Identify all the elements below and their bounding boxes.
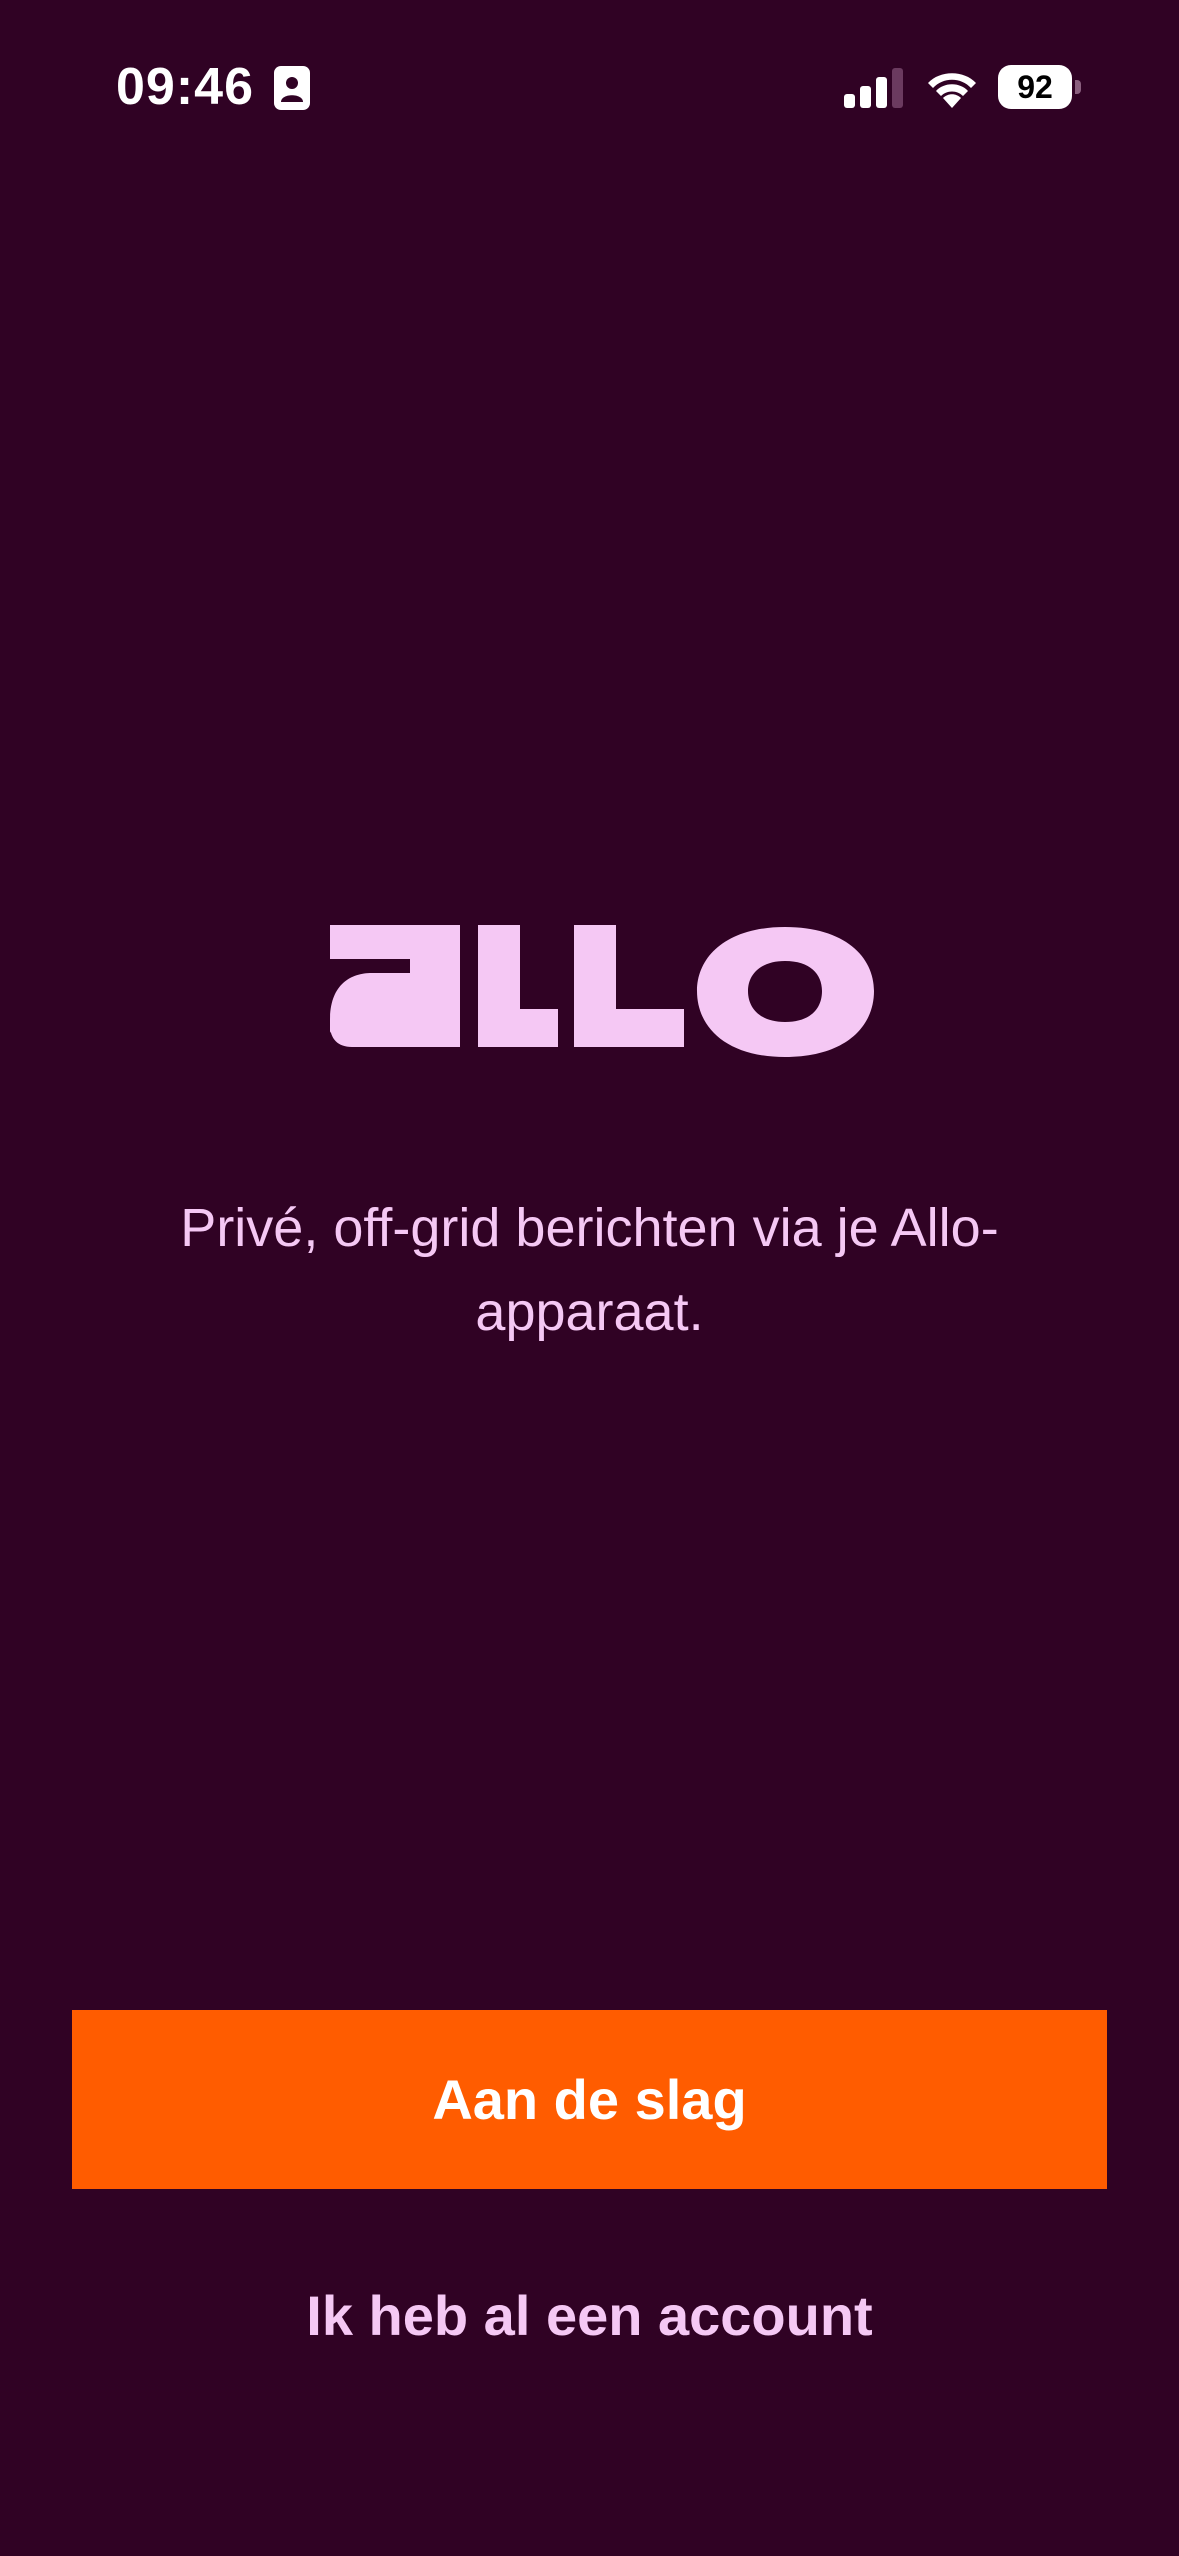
status-time: 09:46 [116,58,254,116]
contact-card-icon [274,66,310,110]
battery-cap [1075,80,1081,94]
allo-logo [330,925,874,1057]
battery-icon: 92 [998,65,1082,109]
status-bar: 09:46 92 [0,0,1179,175]
logo-letter-o [697,927,874,1057]
logo-letter-l-1 [478,925,558,1047]
existing-account-link[interactable]: Ik heb al een account [72,2270,1107,2360]
get-started-button[interactable]: Aan de slag [72,2010,1107,2189]
tagline: Privé, off-grid berichten via je Allo-ap… [180,1198,999,1342]
battery-level: 92 [1017,69,1053,105]
wifi-icon [928,73,976,108]
battery-body: 92 [998,65,1072,109]
cellular-signal-icon [844,68,903,108]
logo-letter-l-2 [574,925,684,1047]
